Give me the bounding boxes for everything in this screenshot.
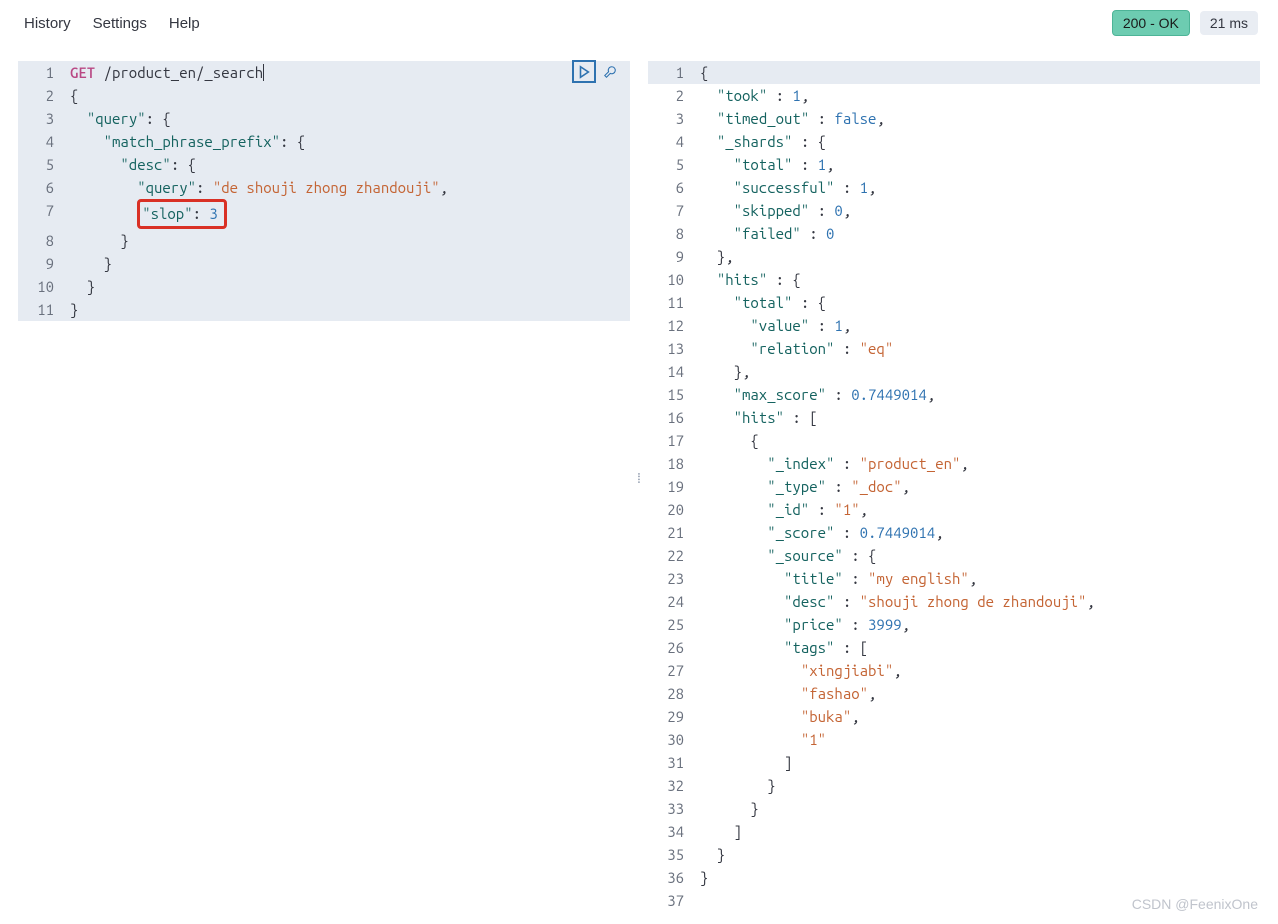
line-number: 32: [648, 774, 690, 797]
wrench-icon: [603, 65, 617, 79]
request-editor[interactable]: 1GET /product_en/_search 2{ 3 "query": {…: [18, 60, 630, 894]
request-path: /product_en/_search: [104, 64, 265, 81]
line-number: 23: [648, 567, 690, 590]
menu-settings[interactable]: Settings: [93, 15, 147, 32]
status-badge: 200 - OK: [1112, 10, 1190, 36]
line-number: 1: [18, 61, 60, 84]
time-badge: 21 ms: [1200, 11, 1258, 35]
response-viewer[interactable]: 1{ 2 "took" : 1, 3 "timed_out" : false, …: [648, 60, 1260, 894]
line-number: 21: [648, 521, 690, 544]
line-number: 25: [648, 613, 690, 636]
line-number: 8: [648, 222, 690, 245]
key: "desc": [120, 156, 170, 173]
line-number: 11: [648, 291, 690, 314]
line-number: 24: [648, 590, 690, 613]
line-number: 9: [18, 252, 60, 275]
line-number: 7: [648, 199, 690, 222]
line-number: 10: [18, 275, 60, 298]
line-number: 16: [648, 406, 690, 429]
line-number: 35: [648, 843, 690, 866]
editor-actions: [572, 60, 622, 83]
line-number: 6: [648, 176, 690, 199]
line-number: 26: [648, 636, 690, 659]
line-number: 31: [648, 751, 690, 774]
key: "query": [87, 110, 146, 127]
line-number: 12: [648, 314, 690, 337]
line-number: 1: [648, 61, 690, 84]
menu-bar: History Settings Help: [24, 15, 200, 32]
line-number: 2: [18, 84, 60, 107]
line-number: 4: [648, 130, 690, 153]
play-icon: [577, 65, 591, 79]
line-number: 22: [648, 544, 690, 567]
status-area: 200 - OK 21 ms: [1112, 10, 1258, 36]
line-number: 27: [648, 659, 690, 682]
editors: 1GET /product_en/_search 2{ 3 "query": {…: [0, 60, 1278, 894]
line-number: 11: [18, 298, 60, 321]
menu-help[interactable]: Help: [169, 15, 200, 32]
line-number: 29: [648, 705, 690, 728]
line-number: 34: [648, 820, 690, 843]
line-number: 15: [648, 383, 690, 406]
line-number: 37: [648, 889, 690, 912]
pane-divider[interactable]: ⁞: [630, 60, 648, 894]
line-number: 20: [648, 498, 690, 521]
line-number: 13: [648, 337, 690, 360]
line-number: 3: [648, 107, 690, 130]
line-number: 36: [648, 866, 690, 889]
line-number: 28: [648, 682, 690, 705]
line-number: 7: [18, 199, 60, 229]
menu-history[interactable]: History: [24, 15, 71, 32]
header: History Settings Help 200 - OK 21 ms: [0, 0, 1278, 60]
line-number: 8: [18, 229, 60, 252]
line-number: 33: [648, 797, 690, 820]
line-number: 19: [648, 475, 690, 498]
watermark: CSDN @FeenixOne: [1132, 896, 1258, 912]
line-number: 17: [648, 429, 690, 452]
run-button[interactable]: [572, 60, 596, 83]
line-number: 2: [648, 84, 690, 107]
line-number: 9: [648, 245, 690, 268]
line-number: 18: [648, 452, 690, 475]
key: "match_phrase_prefix": [104, 133, 280, 150]
line-number: 3: [18, 107, 60, 130]
line-number: 14: [648, 360, 690, 383]
line-number: 5: [648, 153, 690, 176]
line-number: 5: [18, 153, 60, 176]
line-number: 4: [18, 130, 60, 153]
wrench-button[interactable]: [598, 60, 622, 83]
http-method: GET: [70, 64, 95, 81]
highlighted-slop: "slop": 3: [137, 199, 227, 229]
line-number: 6: [18, 176, 60, 199]
value: "de shouji zhong zhandouji": [213, 179, 440, 196]
key: "query": [137, 179, 196, 196]
line-number: 30: [648, 728, 690, 751]
line-number: 10: [648, 268, 690, 291]
